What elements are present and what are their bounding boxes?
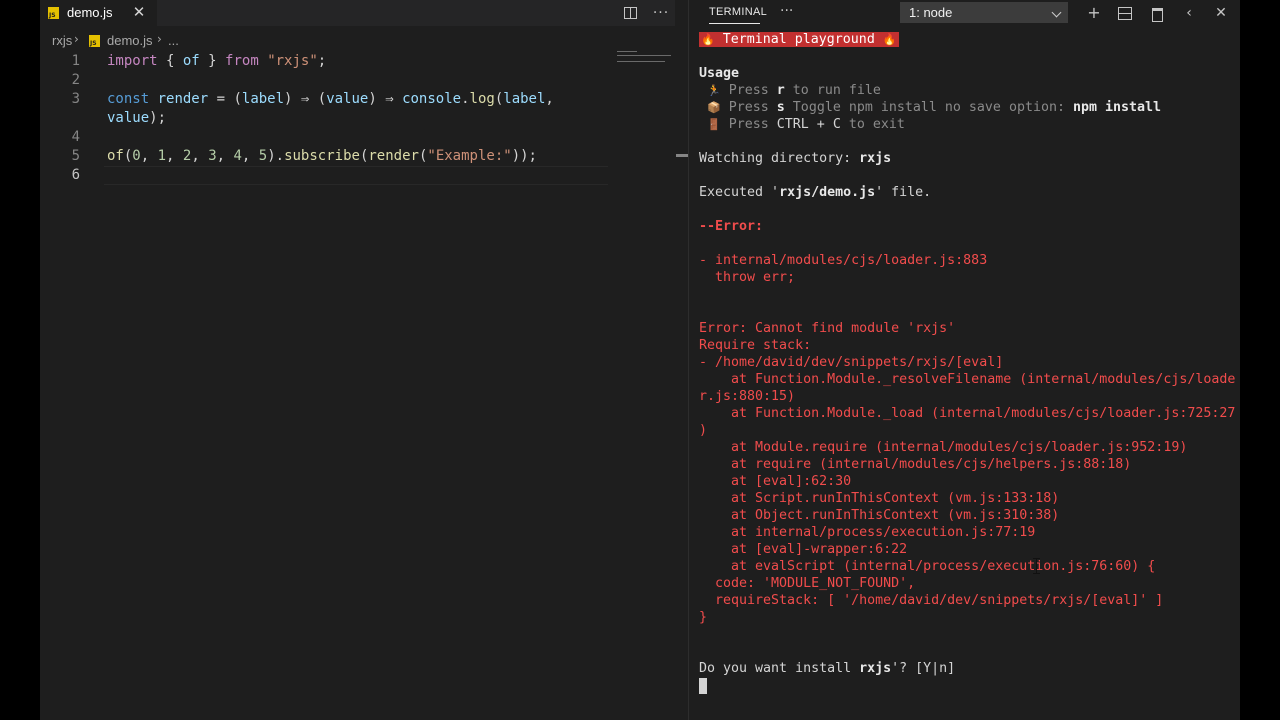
terminal-line: Usage xyxy=(699,66,740,81)
terminal-line: - internal/modules/cjs/loader.js:883 xyxy=(699,253,988,268)
tab-terminal[interactable]: TERMINAL xyxy=(709,6,767,18)
code-line-1: import { of } from "rxjs"; xyxy=(107,53,327,69)
editor-tab-bar: demo.js ✕ ··· xyxy=(40,0,675,26)
banner: 🔥 Terminal playground 🔥 xyxy=(699,32,899,47)
fire-icon: 🔥 xyxy=(882,33,897,46)
javascript-file-icon xyxy=(48,7,59,19)
code-line-3-wrap: value); xyxy=(107,110,167,126)
terminal-cursor xyxy=(699,678,707,694)
terminal-output[interactable]: 🔥 Terminal playground 🔥 Usage 🏃 Press r … xyxy=(699,30,1239,694)
terminal-line: --Error: xyxy=(699,219,764,234)
chevron-right-icon: › xyxy=(74,32,79,46)
breadcrumb: rxjs › demo.js › ... xyxy=(40,30,675,52)
terminal-line: throw err; xyxy=(699,270,796,285)
terminal-line: r.js:880:15) xyxy=(699,389,796,404)
terminal-line: } xyxy=(699,610,708,625)
chevron-left-icon[interactable]: ‹ xyxy=(1179,3,1199,23)
split-terminal-icon[interactable] xyxy=(1115,3,1135,23)
terminal-line: 🚪 Press CTRL + C to exit xyxy=(707,117,905,132)
code-line-5: of(0, 1, 2, 3, 4, 5).subscribe(render("E… xyxy=(107,148,537,164)
current-line-highlight xyxy=(104,166,608,185)
text-cursor-icon xyxy=(1033,558,1040,574)
terminal-line: at Script.runInThisContext (vm.js:133:18… xyxy=(699,491,1060,506)
scrollbar-slider[interactable] xyxy=(676,154,688,157)
terminal-select-dropdown[interactable]: 1: node xyxy=(900,2,1068,23)
terminal-line: ) xyxy=(699,423,708,438)
breadcrumb-folder[interactable]: rxjs xyxy=(52,33,72,48)
close-icon[interactable]: ✕ xyxy=(1211,3,1231,23)
panel-header: TERMINAL ··· 1: node + ‹ ✕ xyxy=(689,0,1240,26)
terminal-line: Error: Cannot find module 'rxjs' xyxy=(699,321,956,336)
plus-icon[interactable]: + xyxy=(1084,3,1104,23)
terminal-line: requireStack: [ '/home/david/dev/snippet… xyxy=(699,593,1164,608)
terminal-line: code: 'MODULE_NOT_FOUND', xyxy=(699,576,916,591)
terminal-line: at evalScript (internal/process/executio… xyxy=(699,559,1156,574)
terminal-line: Watching directory: rxjs xyxy=(699,151,892,166)
terminal-line: at Function.Module._resolveFilename (int… xyxy=(699,372,1236,387)
terminal-line: at require (internal/modules/cjs/helpers… xyxy=(699,457,1132,472)
code-line-3: const render = (label) ⇒ (value) ⇒ conso… xyxy=(107,91,554,107)
more-actions-icon[interactable]: ··· xyxy=(652,4,670,22)
terminal-line: 🔥 Terminal playground 🔥 xyxy=(699,31,899,48)
javascript-file-icon xyxy=(89,35,100,47)
terminal-line: at Function.Module._load (internal/modul… xyxy=(699,406,1236,421)
terminal-line: at Module.require (internal/modules/cjs/… xyxy=(699,440,1188,455)
tab-demo-js[interactable]: demo.js ✕ xyxy=(40,0,157,26)
door-icon: 🚪 xyxy=(707,118,721,131)
terminal-panel: TERMINAL ··· 1: node + ‹ ✕ 🔥 Terminal pl… xyxy=(689,0,1240,720)
more-actions-icon[interactable]: ··· xyxy=(780,3,793,19)
tab-label: demo.js xyxy=(67,5,113,20)
terminal-line: - /home/david/dev/snippets/rxjs/[eval] xyxy=(699,355,1004,370)
terminal-line: at [eval]:62:30 xyxy=(699,474,852,489)
chevron-down-icon xyxy=(1051,7,1062,18)
chevron-right-icon: › xyxy=(157,32,162,46)
terminal-line: at internal/process/execution.js:77:19 xyxy=(699,525,1036,540)
package-icon: 📦 xyxy=(707,101,721,114)
close-icon[interactable]: ✕ xyxy=(131,4,147,20)
minimap[interactable] xyxy=(615,50,673,64)
terminal-line: Require stack: xyxy=(699,338,812,353)
line-number: 2 xyxy=(71,72,80,88)
terminal-prompt: Do you want install rxjs'? [Y|n] xyxy=(699,661,956,676)
line-number: 6 xyxy=(71,167,80,183)
line-number: 5 xyxy=(71,148,80,164)
terminal-line: at [eval]-wrapper:6:22 xyxy=(699,542,908,557)
breadcrumb-symbol[interactable]: ... xyxy=(168,33,179,48)
runner-icon: 🏃 xyxy=(707,84,721,97)
split-editor-icon[interactable] xyxy=(621,4,639,22)
terminal-line: Executed 'rxjs/demo.js' file. xyxy=(699,185,932,200)
terminal-line: 📦 Press s Toggle npm install no save opt… xyxy=(707,100,1162,115)
active-tab-indicator xyxy=(709,23,760,24)
editor-pane: demo.js ✕ ··· rxjs › demo.js › ... 1 2 3… xyxy=(40,0,688,720)
trash-icon[interactable] xyxy=(1147,3,1167,23)
terminal-select-value: 1: node xyxy=(909,5,953,20)
line-number: 4 xyxy=(71,129,80,145)
breadcrumb-file[interactable]: demo.js xyxy=(107,33,153,48)
line-number: 1 xyxy=(71,53,80,69)
terminal-line: 🏃 Press r to run file xyxy=(707,83,881,98)
terminal-line: at Object.runInThisContext (vm.js:310:38… xyxy=(699,508,1060,523)
vscode-window: demo.js ✕ ··· rxjs › demo.js › ... 1 2 3… xyxy=(40,0,1240,720)
fire-icon: 🔥 xyxy=(701,33,715,46)
line-number: 3 xyxy=(71,91,80,107)
